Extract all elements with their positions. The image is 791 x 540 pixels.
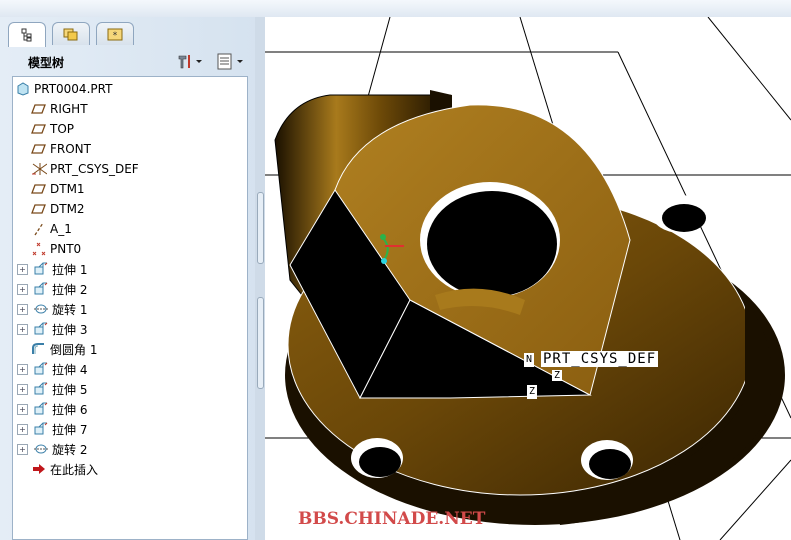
tree-show-button[interactable] [215,51,247,71]
tree-item-label: FRONT [50,142,91,156]
splitter-grip-top[interactable] [257,192,264,264]
tree-item-label: A_1 [50,222,72,236]
expand-toggle[interactable]: + [17,443,28,455]
tree-item[interactable]: RIGHT [31,99,88,119]
csys-tag-z1: Z [552,370,562,381]
tree-item-label: DTM2 [50,202,85,216]
tree-item-label: RIGHT [50,102,88,116]
insert-here-arrow-icon [31,462,47,476]
tree-item-label: 拉伸 5 [52,382,88,397]
expand-toggle[interactable]: + [17,363,28,375]
tab-favorites[interactable]: * [96,22,134,45]
model-tree-icon [21,28,32,42]
tools-icon [178,55,202,69]
coordinate-system-icon [31,162,47,176]
tree-item-label: 拉伸 7 [52,422,88,437]
tree-item[interactable]: PRT0004.PRT [15,79,112,99]
tree-item[interactable]: + 拉伸 7 [17,419,87,439]
tree-item[interactable]: 在此插入 [31,459,98,479]
datum-axis-icon [31,222,47,236]
tree-item[interactable]: + 旋转 1 [17,299,87,319]
tab-model-tree[interactable] [8,22,46,47]
datum-plane-icon [31,202,47,216]
panel-splitter[interactable] [255,17,265,540]
extrude-icon [33,262,49,276]
part-model-render [265,17,791,540]
extrude-icon [33,402,49,416]
tree-item[interactable]: FRONT [31,139,91,159]
expand-toggle[interactable]: + [17,403,28,415]
datum-plane-icon [31,182,47,196]
tree-item-label: DTM1 [50,182,85,196]
tree-item-label: PNT0 [50,242,82,256]
tree-item[interactable]: + 旋转 2 [17,439,87,459]
datum-point-icon [31,242,47,256]
tree-item-label: 在此插入 [50,462,99,477]
revolve-icon [33,442,49,456]
tree-item[interactable]: + 拉伸 3 [17,319,87,339]
tree-item[interactable]: PNT0 [31,239,81,259]
tree-item[interactable]: PRT_CSYS_DEF [31,159,139,179]
datum-plane-icon [31,122,47,136]
tab-folder-browser[interactable] [52,22,90,45]
expand-toggle[interactable]: + [17,383,28,395]
tree-item[interactable]: + 拉伸 5 [17,379,87,399]
window-top-strip [0,0,791,18]
splitter-grip-bottom[interactable] [257,297,264,389]
csys-tag-z2: Z [527,385,537,399]
expand-toggle[interactable]: + [17,263,28,275]
extrude-icon [33,322,49,336]
expand-toggle[interactable]: + [17,423,28,435]
tree-item[interactable]: A_1 [31,219,72,239]
tree-item[interactable]: DTM1 [31,179,85,199]
tree-item[interactable]: + 拉伸 6 [17,399,87,419]
tree-item-label: 拉伸 6 [52,402,88,417]
favorites-folder-icon: * [107,28,123,41]
expand-toggle[interactable]: + [17,283,28,295]
tree-item-label: 旋转 1 [52,302,88,317]
csys-tag-n: N [524,353,534,367]
tree-item[interactable]: + 拉伸 2 [17,279,87,299]
model-tree-header: 模型树 [12,48,255,76]
svg-text:*: * [113,31,118,41]
list-settings-icon [217,53,243,70]
tree-item[interactable]: + 拉伸 1 [17,259,87,279]
tree-item-label: PRT_CSYS_DEF [50,162,139,176]
tree-item[interactable]: 倒圆角 1 [31,339,97,359]
tree-item[interactable]: DTM2 [31,199,85,219]
tree-item-label: 拉伸 4 [52,362,88,377]
revolve-icon [33,302,49,316]
extrude-icon [33,282,49,296]
tree-item-label: 拉伸 2 [52,282,88,297]
expand-toggle[interactable]: + [17,323,28,335]
csys-label: PRT_CSYS_DEF [541,351,659,367]
tree-settings-button[interactable] [176,51,204,71]
tree-item-label: 拉伸 3 [52,322,88,337]
tree-item[interactable]: + 拉伸 4 [17,359,87,379]
datum-plane-icon [31,142,47,156]
tree-item-label: 旋转 2 [52,442,88,457]
folder-browser-icon [63,28,78,41]
tree-item-label: PRT0004.PRT [34,82,113,96]
tree-item-label: 倒圆角 1 [50,342,98,357]
panel-title: 模型树 [28,56,65,70]
datum-plane-icon [31,102,47,116]
part-icon [15,82,31,96]
tree-item-label: TOP [50,122,75,136]
graphics-viewport[interactable]: N PRT_CSYS_DEF Z Z BBS.CHINADE.NET [265,17,791,540]
watermark: BBS.CHINADE.NET [298,509,486,529]
expand-toggle[interactable]: + [17,303,28,315]
model-tree: PRT0004.PRT RIGHT TOP FRONT PRT_CSYS_DEF DTM1… [12,76,248,540]
round-icon [31,342,47,356]
tree-item[interactable]: TOP [31,119,74,139]
extrude-icon [33,422,49,436]
tree-item-label: 拉伸 1 [52,262,88,277]
extrude-icon [33,362,49,376]
extrude-icon [33,382,49,396]
